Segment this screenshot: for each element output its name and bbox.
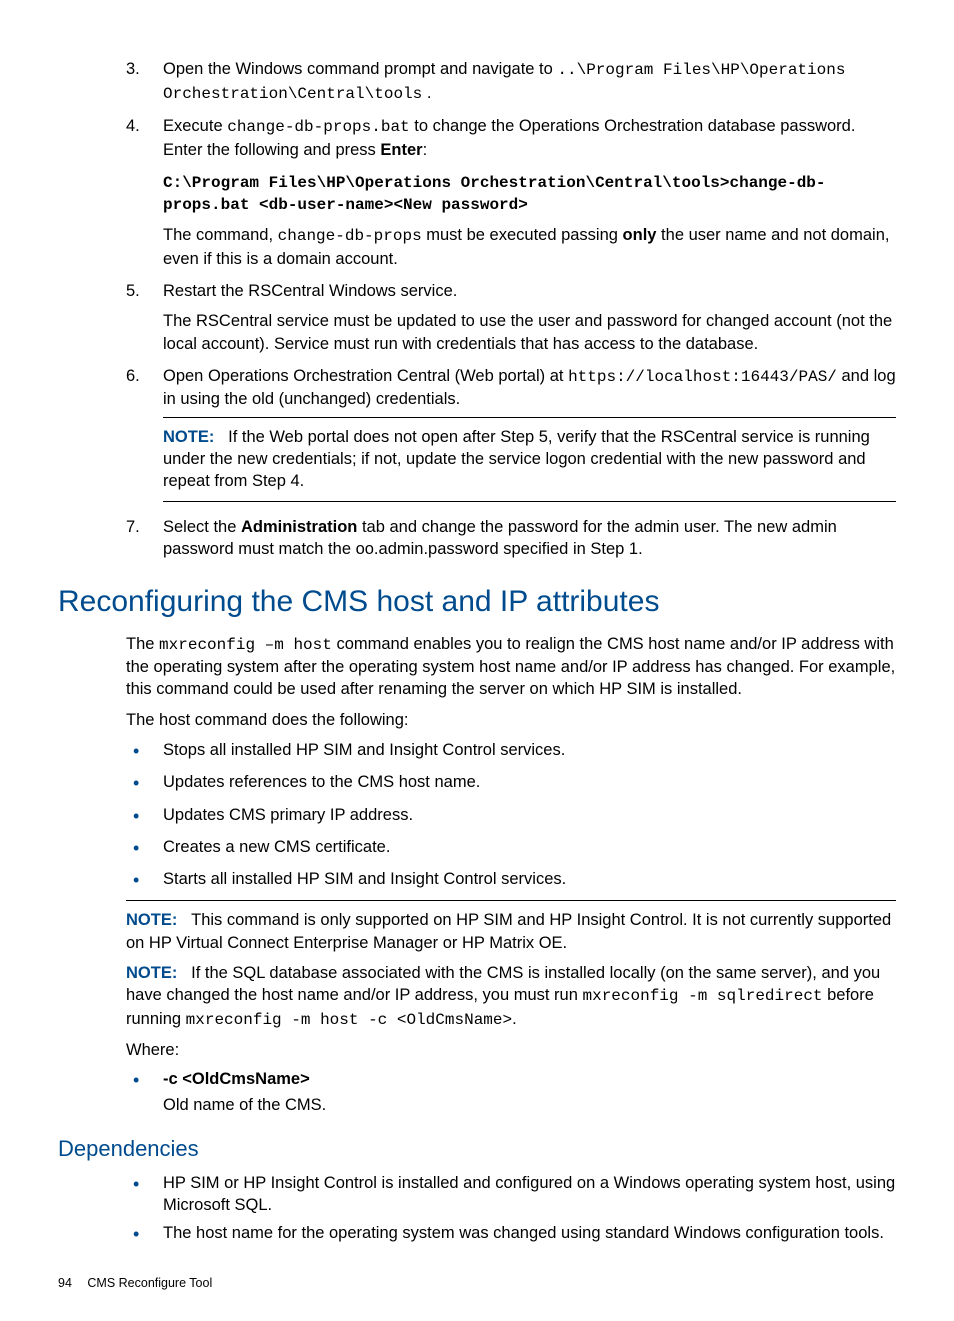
divider <box>163 417 896 418</box>
page-number: 94 <box>58 1276 72 1290</box>
option-bullets: -c <OldCmsName> Old name of the CMS. <box>163 1068 896 1117</box>
code-url: https://localhost:16443/PAS/ <box>568 368 837 386</box>
step-text: Open Operations Orchestration Central (W… <box>163 367 896 409</box>
list-item: Creates a new CMS certificate. <box>163 836 896 858</box>
section-heading-reconfiguring: Reconfiguring the CMS host and IP attrib… <box>58 582 896 623</box>
section-heading-dependencies: Dependencies <box>58 1134 896 1164</box>
where-label: Where: <box>126 1039 896 1061</box>
list-item: Stops all installed HP SIM and Insight C… <box>163 739 896 761</box>
step-4: 4. Execute change-db-props.bat to change… <box>58 115 896 270</box>
dependencies-bullets: HP SIM or HP Insight Control is installe… <box>163 1172 896 1245</box>
step-7: 7. Select the Administration tab and cha… <box>58 516 896 561</box>
note-text: If the Web portal does not open after St… <box>163 428 870 491</box>
section-paragraph: The host command does the following: <box>126 709 896 731</box>
note-block: NOTE: If the SQL database associated wit… <box>126 962 896 1031</box>
note-text: If the SQL database associated with the … <box>126 964 880 1028</box>
section-paragraph: The mxreconfig –m host command enables y… <box>126 633 896 701</box>
numbered-steps-list: 3. Open the Windows command prompt and n… <box>58 58 896 560</box>
step-number: 4. <box>126 115 140 137</box>
step-5: 5. Restart the RSCentral Windows service… <box>58 280 896 355</box>
document-page: 3. Open the Windows command prompt and n… <box>0 0 954 1321</box>
list-item: HP SIM or HP Insight Control is installe… <box>163 1172 896 1217</box>
list-item: -c <OldCmsName> Old name of the CMS. <box>163 1068 896 1117</box>
step-text: Select the Administration tab and change… <box>163 518 837 558</box>
host-command-bullets: Stops all installed HP SIM and Insight C… <box>163 739 896 890</box>
step-note: The command, change-db-props must be exe… <box>163 224 896 270</box>
step-text: Open the Windows command prompt and navi… <box>163 60 845 102</box>
note-label: NOTE: <box>163 428 214 446</box>
step-number: 7. <box>126 516 140 538</box>
option-name: -c <OldCmsName> <box>163 1070 310 1088</box>
step-3: 3. Open the Windows command prompt and n… <box>58 58 896 105</box>
step-6: 6. Open Operations Orchestration Central… <box>58 365 896 502</box>
list-item: Updates CMS primary IP address. <box>163 804 896 826</box>
list-item: Updates references to the CMS host name. <box>163 771 896 793</box>
step-text: Restart the RSCentral Windows service. <box>163 282 457 300</box>
option-desc: Old name of the CMS. <box>163 1094 896 1116</box>
command-block: C:\Program Files\HP\Operations Orchestra… <box>163 173 896 216</box>
list-item: Starts all installed HP SIM and Insight … <box>163 868 896 890</box>
divider <box>126 900 896 901</box>
note-block: NOTE: This command is only supported on … <box>126 909 896 954</box>
page-footer: 94 CMS Reconfigure Tool <box>58 1275 896 1292</box>
step-detail: The RSCentral service must be updated to… <box>163 310 896 355</box>
step-number: 5. <box>126 280 140 302</box>
code-file: change-db-props.bat <box>227 118 409 136</box>
list-item: The host name for the operating system w… <box>163 1222 896 1244</box>
note-block: NOTE: If the Web portal does not open af… <box>163 426 896 493</box>
step-number: 6. <box>126 365 140 387</box>
note-text: This command is only supported on HP SIM… <box>126 911 891 951</box>
note-label: NOTE: <box>126 964 177 982</box>
footer-title: CMS Reconfigure Tool <box>87 1276 212 1290</box>
step-number: 3. <box>126 58 140 80</box>
divider <box>163 501 896 502</box>
code-command: mxreconfig –m host <box>159 636 332 654</box>
step-text: Execute change-db-props.bat to change th… <box>163 117 855 159</box>
note-label: NOTE: <box>126 911 177 929</box>
